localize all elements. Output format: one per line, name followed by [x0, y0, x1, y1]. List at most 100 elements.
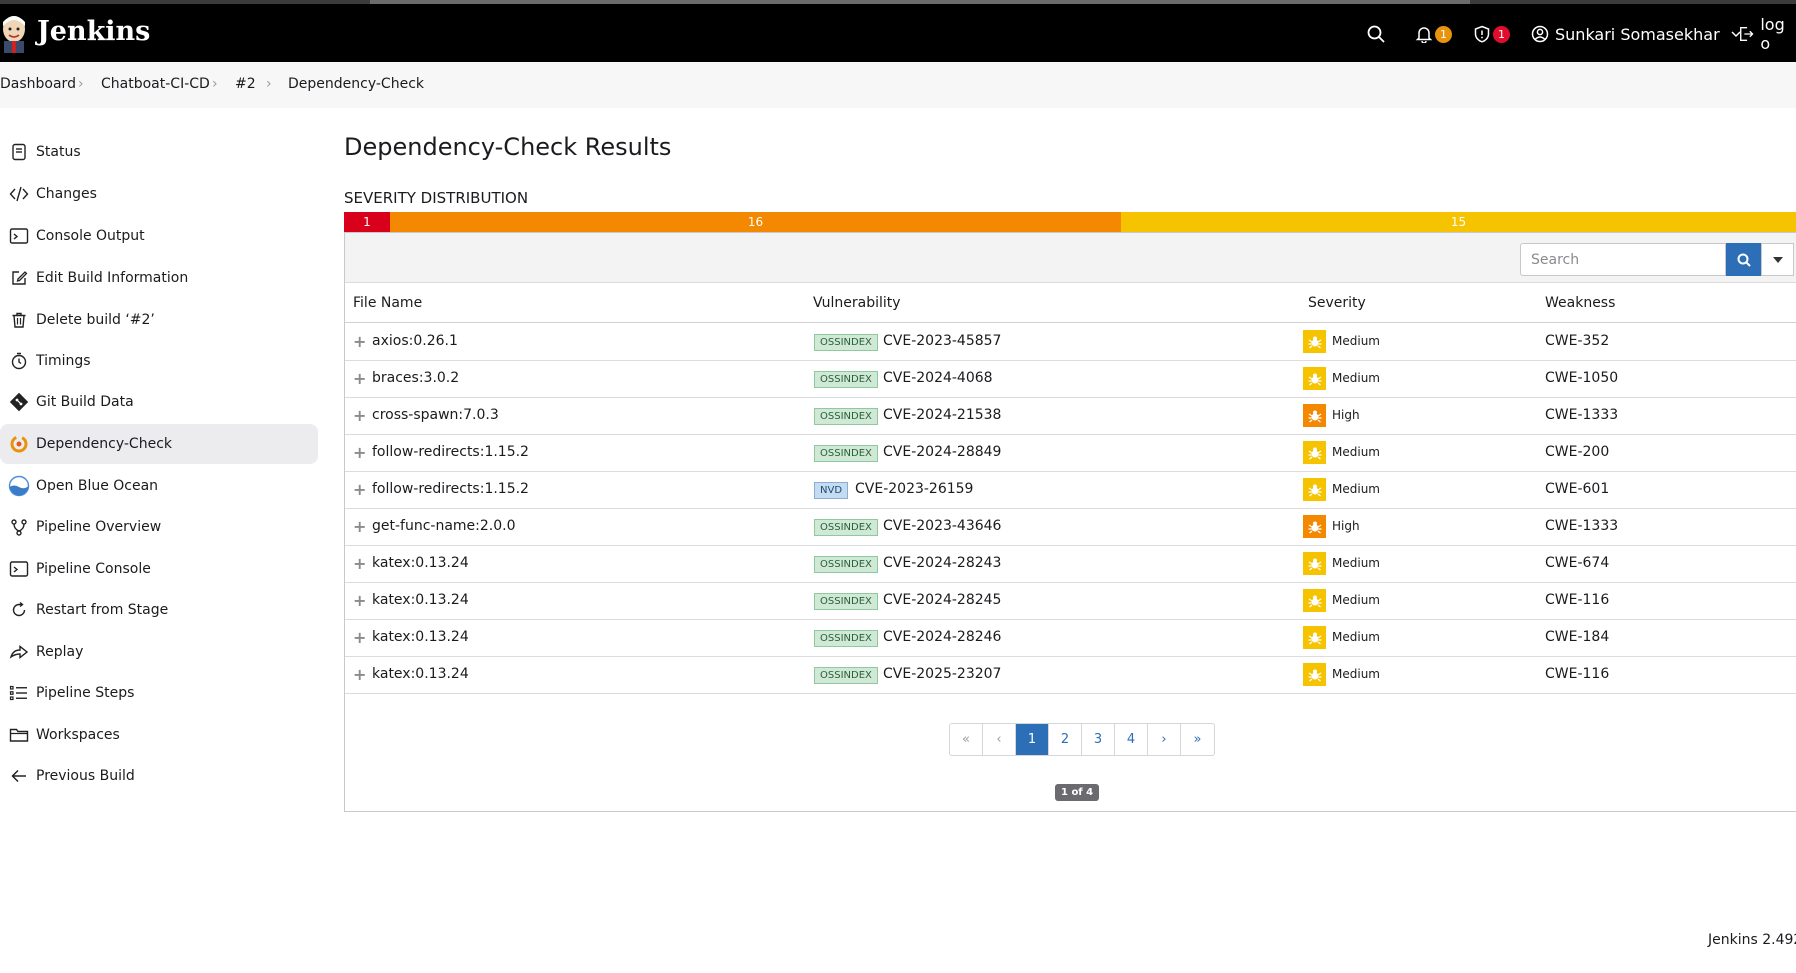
edit-icon — [4, 267, 34, 289]
sidebar-item-label: Edit Build Information — [36, 270, 189, 286]
breadcrumb-dashboard[interactable]: Dashboard — [0, 76, 76, 92]
weakness-cwe: CWE-116 — [1545, 666, 1610, 682]
cve-link[interactable]: CVE-2024-28243 — [883, 555, 1001, 571]
table-row[interactable]: + axios:0.26.1 OSSINDEX CVE-2023-45857 Mediu… — [345, 324, 1796, 361]
caret-down-icon — [1772, 256, 1783, 263]
search-options-dropdown[interactable] — [1761, 243, 1794, 276]
breadcrumb-build[interactable]: #2 — [235, 76, 256, 92]
sidebar-item-git-build-data[interactable]: Git Build Data — [0, 382, 318, 422]
sidebar-item-pipeline-steps[interactable]: Pipeline Steps — [0, 673, 318, 713]
sidebar-item-restart-from-stage[interactable]: Restart from Stage — [0, 590, 318, 630]
sidebar-item-timings[interactable]: Timings — [0, 341, 318, 381]
file-name: axios:0.26.1 — [372, 333, 458, 349]
file-name: katex:0.13.24 — [372, 666, 469, 682]
severity-label: Medium — [1332, 593, 1380, 607]
jenkins-logo-icon[interactable] — [0, 14, 28, 54]
expand-row-icon[interactable]: + — [353, 628, 366, 647]
brand-title[interactable]: Jenkins — [37, 16, 150, 47]
weakness-cwe: CWE-200 — [1545, 444, 1610, 460]
notifications-button[interactable]: 1 — [1415, 22, 1452, 46]
severity-bug-icon — [1303, 367, 1326, 390]
table-row[interactable]: + katex:0.13.24 OSSINDEX CVE-2024-28246 Medi… — [345, 620, 1796, 657]
severity-label: Medium — [1332, 482, 1380, 496]
sidebar-item-workspaces[interactable]: Workspaces — [0, 715, 318, 755]
column-header-file-name[interactable]: File Name — [353, 295, 422, 311]
file-name: follow-redirects:1.15.2 — [372, 481, 529, 497]
page-info-badge: 1 of 4 — [1055, 784, 1100, 801]
sidebar-item-changes[interactable]: Changes — [0, 174, 318, 214]
cve-link[interactable]: CVE-2025-23207 — [883, 666, 1001, 682]
cve-link[interactable]: CVE-2024-4068 — [883, 370, 993, 386]
search-button[interactable] — [1726, 243, 1761, 276]
source-badge: OSSINDEX — [814, 630, 878, 647]
column-header-vulnerability[interactable]: Vulnerability — [813, 295, 901, 311]
sidebar-item-dependency-check[interactable]: Dependency-Check — [0, 424, 318, 464]
sidebar-item-previous-build[interactable]: Previous Build — [0, 756, 318, 796]
expand-row-icon[interactable]: + — [353, 480, 366, 499]
sidebar-item-label: Previous Build — [36, 768, 135, 784]
pagination-first-button[interactable]: « — [950, 724, 983, 755]
expand-row-icon[interactable]: + — [353, 332, 366, 351]
expand-row-icon[interactable]: + — [353, 443, 366, 462]
user-menu[interactable]: Sunkari Somasekhar — [1531, 22, 1742, 46]
breadcrumb-current[interactable]: Dependency-Check — [288, 76, 424, 92]
cve-link[interactable]: CVE-2023-45857 — [883, 333, 1001, 349]
logout-icon — [1740, 26, 1754, 42]
table-row[interactable]: + cross-spawn:7.0.3 OSSINDEX CVE-2024-21538… — [345, 398, 1796, 435]
page-title: Dependency-Check Results — [344, 133, 672, 161]
expand-row-icon[interactable]: + — [353, 665, 366, 684]
table-row[interactable]: + katex:0.13.24 OSSINDEX CVE-2024-28243 Medi… — [345, 546, 1796, 583]
sidebar-item-pipeline-overview[interactable]: Pipeline Overview — [0, 507, 318, 547]
pagination-page-2[interactable]: 2 — [1049, 724, 1082, 755]
table-row[interactable]: + get-func-name:2.0.0 OSSINDEX CVE-2023-436… — [345, 509, 1796, 546]
column-header-weakness[interactable]: Weakness — [1545, 295, 1615, 311]
replay-icon — [4, 641, 34, 663]
severity-bug-icon — [1303, 515, 1326, 538]
sidebar-item-replay[interactable]: Replay — [0, 632, 318, 672]
sidebar-item-status[interactable]: Status — [0, 132, 318, 172]
security-button[interactable]: 1 — [1473, 22, 1510, 46]
source-badge: OSSINDEX — [814, 445, 878, 462]
table-row[interactable]: + katex:0.13.24 OSSINDEX CVE-2025-23207 Medi… — [345, 657, 1796, 694]
security-badge: 1 — [1493, 25, 1510, 43]
expand-row-icon[interactable]: + — [353, 406, 366, 425]
table-toolbar — [345, 233, 1796, 283]
expand-row-icon[interactable]: + — [353, 554, 366, 573]
expand-row-icon[interactable]: + — [353, 517, 366, 536]
column-header-severity[interactable]: Severity — [1308, 295, 1366, 311]
pagination: « ‹ 1 2 3 4 › » — [949, 723, 1215, 756]
cve-link[interactable]: CVE-2023-26159 — [855, 481, 973, 497]
source-badge: OSSINDEX — [814, 667, 878, 684]
pagination-page-1[interactable]: 1 — [1016, 724, 1049, 755]
shield-icon — [1474, 25, 1490, 43]
jenkins-version[interactable]: Jenkins 2.492. — [1708, 932, 1796, 948]
expand-row-icon[interactable]: + — [353, 591, 366, 610]
sidebar-item-pipeline-console[interactable]: Pipeline Console — [0, 549, 318, 589]
logout-link[interactable]: log o — [1738, 15, 1796, 53]
cve-link[interactable]: CVE-2023-43646 — [883, 518, 1001, 534]
search-input[interactable] — [1520, 243, 1726, 276]
cve-link[interactable]: CVE-2024-28245 — [883, 592, 1001, 608]
table-row[interactable]: + katex:0.13.24 OSSINDEX CVE-2024-28245 Medi… — [345, 583, 1796, 620]
breadcrumb-job[interactable]: Chatboat-CI-CD — [101, 76, 210, 92]
sidebar-item-label: Delete build ‘#2’ — [36, 312, 155, 328]
table-row[interactable]: + braces:3.0.2 OSSINDEX CVE-2024-4068 Medium… — [345, 361, 1796, 398]
cve-link[interactable]: CVE-2024-21538 — [883, 407, 1001, 423]
search-icon[interactable] — [1367, 22, 1385, 46]
table-row[interactable]: + follow-redirects:1.15.2 NVD CVE-2023-2615… — [345, 472, 1796, 509]
pagination-prev-button[interactable]: ‹ — [983, 724, 1016, 755]
expand-row-icon[interactable]: + — [353, 369, 366, 388]
severity-label: High — [1332, 408, 1360, 422]
pagination-last-button[interactable]: » — [1181, 724, 1214, 755]
sidebar-item-open-blue-ocean[interactable]: Open Blue Ocean — [0, 466, 318, 506]
cve-link[interactable]: CVE-2024-28246 — [883, 629, 1001, 645]
sidebar-item-delete-build[interactable]: Delete build ‘#2’ — [0, 300, 318, 340]
pagination-page-4[interactable]: 4 — [1115, 724, 1148, 755]
sidebar-item-label: Pipeline Steps — [36, 685, 135, 701]
sidebar-item-console-output[interactable]: Console Output — [0, 216, 318, 256]
cve-link[interactable]: CVE-2024-28849 — [883, 444, 1001, 460]
pagination-page-3[interactable]: 3 — [1082, 724, 1115, 755]
pagination-next-button[interactable]: › — [1148, 724, 1181, 755]
table-row[interactable]: + follow-redirects:1.15.2 OSSINDEX CVE-2024… — [345, 435, 1796, 472]
sidebar-item-edit-build-information[interactable]: Edit Build Information — [0, 258, 318, 298]
